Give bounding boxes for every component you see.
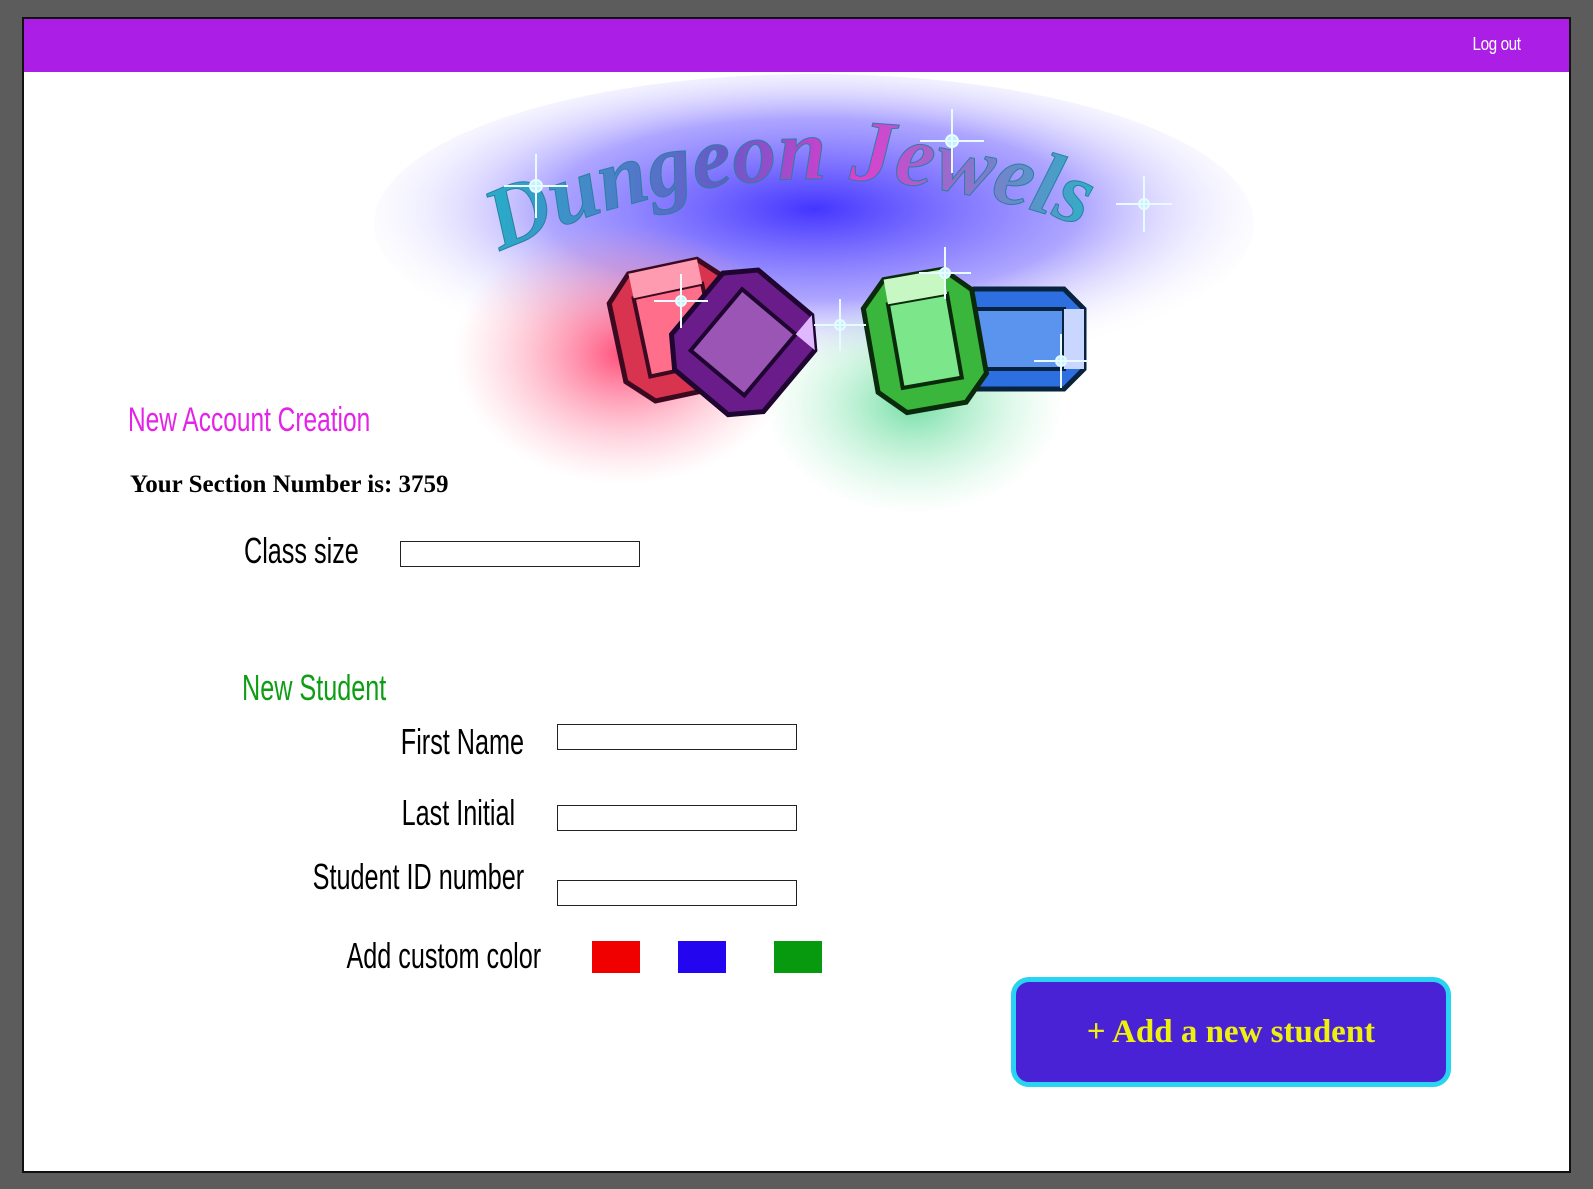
new-student-heading: New Student	[242, 667, 387, 708]
first-name-label: First Name	[400, 721, 524, 762]
class-size-label: Class size	[244, 530, 359, 571]
green-color-swatch[interactable]	[774, 941, 822, 973]
last-initial-input[interactable]	[557, 805, 797, 831]
add-new-student-button[interactable]: + Add a new student	[1011, 977, 1451, 1087]
student-id-input[interactable]	[557, 880, 797, 906]
student-id-label: Student ID number	[312, 856, 524, 897]
app-window: Log out Dungeon Jewels New Account Creat…	[22, 17, 1571, 1173]
green-gem-icon	[860, 266, 990, 416]
last-initial-label: Last Initial	[401, 792, 515, 833]
page-title: New Account Creation	[128, 401, 371, 439]
section-number: Your Section Number is: 3759	[130, 471, 449, 498]
custom-color-label: Add custom color	[346, 935, 541, 976]
add-new-student-label: + Add a new student	[1086, 1013, 1376, 1050]
top-bar: Log out	[24, 19, 1569, 72]
class-size-input[interactable]	[400, 541, 640, 567]
dungeon-jewels-logo: Dungeon Jewels	[374, 74, 1254, 514]
logout-link[interactable]: Log out	[1473, 34, 1521, 55]
blue-color-swatch[interactable]	[678, 941, 726, 973]
first-name-input[interactable]	[557, 724, 797, 750]
red-color-swatch[interactable]	[592, 941, 640, 973]
